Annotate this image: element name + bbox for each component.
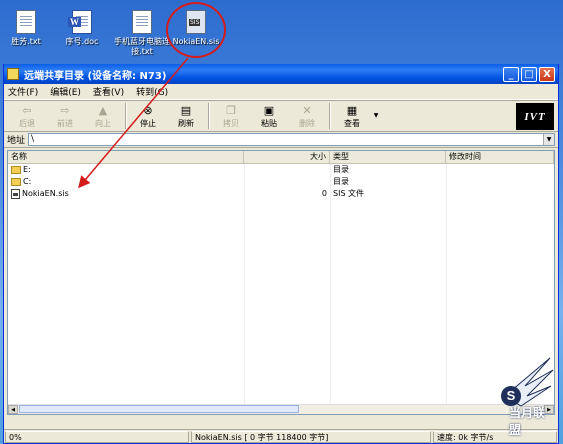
scroll-thumb[interactable]: [19, 405, 299, 413]
status-speed: 速度: 0k 字节/s: [433, 431, 557, 443]
horizontal-scrollbar[interactable]: ◀ ▶: [8, 404, 554, 414]
item-name: E:: [23, 165, 31, 174]
chevron-down-icon[interactable]: ▼: [543, 134, 554, 145]
list-item[interactable]: E: 目录: [8, 164, 554, 176]
paste-button[interactable]: ▣ 粘贴: [250, 101, 288, 131]
item-modified: [446, 164, 554, 176]
list-item[interactable]: C: 目录: [8, 176, 554, 188]
toolbar: ⇦ 后退 ⇨ 前进 ▲ 向上 ⊗ 停止 ▤ 刷新 ❐ 拷贝 ▣ 粘贴 ✕ 删除 …: [4, 100, 558, 132]
delete-icon: ✕: [302, 103, 312, 117]
toolbar-separator: [208, 103, 209, 129]
title-bar[interactable]: 远端共享目录 (设备名称: N73) _ □ X: [4, 64, 558, 84]
copy-label: 拷贝: [223, 118, 239, 128]
menu-view[interactable]: 查看(V): [93, 85, 124, 98]
delete-label: 删除: [299, 118, 315, 128]
forward-button[interactable]: ⇨ 前进: [46, 101, 84, 131]
forward-label: 前进: [57, 118, 73, 128]
back-button[interactable]: ⇦ 后退: [8, 101, 46, 131]
desktop-icon-label: 序号.doc: [65, 37, 99, 46]
paste-icon: ▣: [263, 103, 275, 117]
folder-app-icon: [7, 68, 19, 80]
forward-arrow-icon: ⇨: [60, 103, 70, 117]
text-file-icon: [132, 10, 152, 34]
remote-share-window: 远端共享目录 (设备名称: N73) _ □ X 文件(F) 编辑(E) 查看(…: [3, 64, 559, 444]
stop-label: 停止: [140, 118, 156, 128]
status-progress: 0%: [5, 431, 189, 443]
desktop-icon-doc[interactable]: 序号.doc: [50, 10, 114, 47]
scroll-left-icon[interactable]: ◀: [8, 405, 18, 414]
minimize-button[interactable]: _: [503, 66, 519, 82]
list-item[interactable]: NokiaEN.sis 0 SIS 文件: [8, 188, 554, 200]
view-grid-icon: ▦: [346, 103, 358, 117]
maximize-button[interactable]: □: [521, 66, 537, 82]
column-divider: [244, 164, 245, 404]
sis-file-icon: [11, 189, 20, 199]
window-title: 远端共享目录 (设备名称: N73): [24, 70, 167, 82]
up-button[interactable]: ▲ 向上: [84, 101, 122, 131]
item-name: NokiaEN.sis: [22, 189, 69, 198]
item-type: 目录: [333, 177, 349, 186]
item-name: C:: [23, 177, 32, 186]
refresh-button[interactable]: ▤ 刷新: [167, 101, 205, 131]
highlight-circle: [166, 2, 226, 58]
list-header: 名称 大小 类型 修改时间: [8, 151, 554, 164]
column-divider: [446, 164, 447, 404]
menu-edit[interactable]: 编辑(E): [50, 85, 81, 98]
close-button[interactable]: X: [539, 66, 555, 82]
refresh-label: 刷新: [178, 118, 194, 128]
item-size: 0: [321, 189, 327, 198]
toolbar-separator: [125, 103, 126, 129]
address-label: 地址: [7, 136, 26, 146]
paste-label: 粘贴: [261, 118, 277, 128]
ivt-logo: IVT: [516, 103, 554, 130]
file-list: 名称 大小 类型 修改时间 E: 目录 C: 目录 NokiaEN.sis 0 …: [7, 150, 555, 415]
folder-icon: [11, 166, 21, 174]
text-file-icon: [16, 10, 36, 34]
item-modified: [446, 188, 554, 200]
copy-button[interactable]: ❐ 拷贝: [212, 101, 250, 131]
menu-bar: 文件(F) 编辑(E) 查看(V) 转到(G): [4, 84, 558, 100]
copy-icon: ❐: [226, 103, 236, 117]
view-label: 查看: [344, 118, 360, 128]
back-arrow-icon: ⇦: [22, 103, 32, 117]
scroll-right-icon[interactable]: ▶: [544, 405, 554, 414]
status-transfer: NokiaEN.sis [ 0 字节 118400 字节]: [191, 431, 431, 443]
menu-goto[interactable]: 转到(G): [136, 85, 168, 98]
folder-icon: [11, 178, 21, 186]
column-header-size[interactable]: 大小: [244, 151, 330, 163]
up-folder-icon: ▲: [98, 103, 108, 117]
column-header-modified[interactable]: 修改时间: [446, 151, 554, 163]
address-value: \: [31, 134, 35, 144]
menu-file[interactable]: 文件(F): [8, 85, 38, 98]
chevron-down-icon: ▼: [373, 112, 379, 119]
address-input[interactable]: \ ▼: [28, 133, 555, 146]
address-bar: 地址 \ ▼: [4, 132, 558, 148]
word-doc-icon: [68, 10, 92, 34]
stop-icon: ⊗: [143, 103, 153, 117]
item-size: [244, 176, 330, 188]
up-label: 向上: [95, 118, 111, 128]
column-divider: [330, 164, 331, 404]
refresh-icon: ▤: [180, 103, 192, 117]
column-header-type[interactable]: 类型: [330, 151, 446, 163]
stop-button[interactable]: ⊗ 停止: [129, 101, 167, 131]
toolbar-separator: [329, 103, 330, 129]
column-header-name[interactable]: 名称: [8, 151, 244, 163]
view-button[interactable]: ▦ 查看: [333, 101, 371, 131]
back-label: 后退: [19, 118, 35, 128]
item-type: 目录: [333, 165, 349, 174]
item-type: SIS 文件: [333, 189, 365, 198]
delete-button[interactable]: ✕ 删除: [288, 101, 326, 131]
item-modified: [446, 176, 554, 188]
item-size: [244, 164, 330, 176]
view-dropdown-arrow[interactable]: ▼: [371, 101, 381, 131]
status-bar: 0% NokiaEN.sis [ 0 字节 118400 字节] 速度: 0k …: [4, 429, 558, 443]
